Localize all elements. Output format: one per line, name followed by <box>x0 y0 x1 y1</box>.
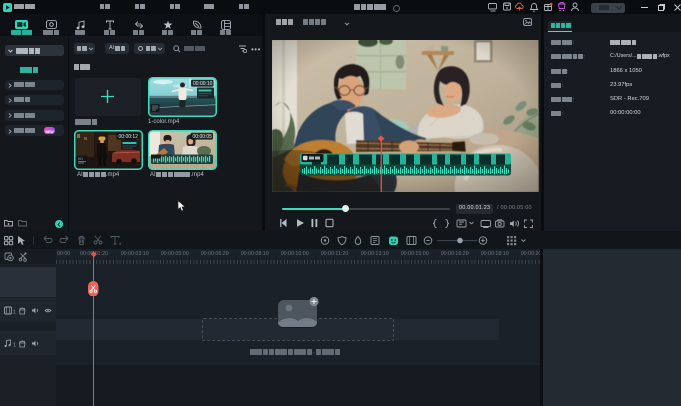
svg-text:1: 1 <box>13 342 16 348</box>
svg-text:00:00:05: 00:00:05 <box>193 134 213 140</box>
svg-text:00:00:10: 00:00:10 <box>193 81 213 87</box>
svg-text:HD: HD <box>78 157 84 161</box>
svg-text:00:00:12: 00:00:12 <box>119 134 139 140</box>
svg-text:1: 1 <box>13 310 16 316</box>
